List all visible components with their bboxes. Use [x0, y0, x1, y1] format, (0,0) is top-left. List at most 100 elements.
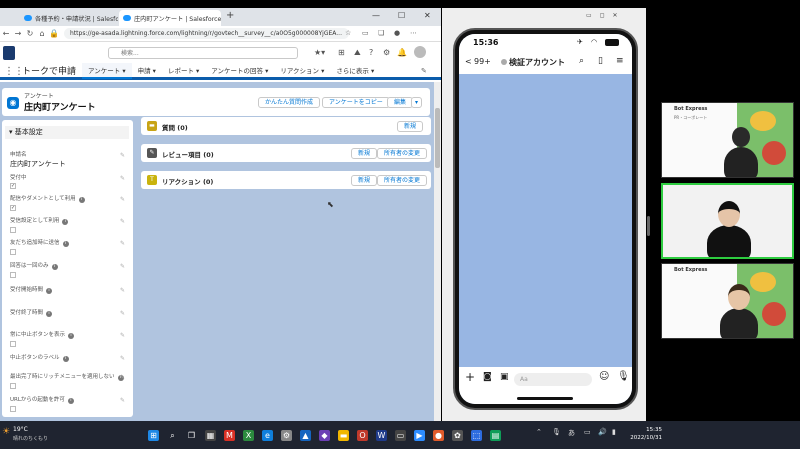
reload-icon[interactable]: ↻: [24, 29, 36, 38]
edit-pencil-icon[interactable]: ✎: [120, 332, 125, 339]
image-icon[interactable]: ▣: [500, 372, 509, 382]
ime-indicator[interactable]: あ: [568, 428, 575, 438]
clock-time[interactable]: 15:35: [632, 427, 662, 433]
more-actions-dropdown[interactable]: ▾: [411, 97, 423, 108]
profile-icon[interactable]: ●: [394, 29, 400, 37]
participant-tile-2-speaking[interactable]: [661, 183, 794, 259]
trailhead-icon[interactable]: ⛰: [354, 48, 361, 58]
microphone-tray-icon[interactable]: 🎙: [552, 428, 561, 436]
plus-icon[interactable]: +: [465, 370, 475, 384]
edit-pencil-icon[interactable]: ✎: [120, 152, 125, 159]
settings-icon[interactable]: ⚙: [281, 430, 292, 441]
close-button[interactable]: ✕: [424, 11, 431, 20]
info-icon[interactable]: i: [46, 311, 53, 317]
nav-item-reactions[interactable]: リアクション ▾: [274, 63, 330, 79]
setup-gear-icon[interactable]: ⚙: [383, 48, 390, 57]
app-icon[interactable]: ▭: [395, 430, 406, 441]
edit-nav-pencil-icon[interactable]: ✎: [421, 67, 427, 75]
global-actions-icon[interactable]: ⊞: [338, 48, 345, 57]
home-icon[interactable]: ⌂: [36, 29, 48, 38]
nav-item-reports[interactable]: レポート ▾: [162, 63, 205, 79]
file-explorer-icon[interactable]: ▬: [338, 430, 349, 441]
back-arrow-icon[interactable]: ←: [0, 29, 12, 38]
edit-pencil-icon[interactable]: ✎: [120, 355, 125, 362]
help-icon[interactable]: ?: [369, 48, 373, 57]
app-icon[interactable]: ●: [433, 430, 444, 441]
volume-icon[interactable]: 🔊: [598, 428, 607, 436]
edit-pencil-icon[interactable]: ✎: [120, 374, 125, 381]
new-reaction-button[interactable]: 新規: [351, 175, 378, 186]
search-icon[interactable]: ⌕: [167, 430, 178, 441]
menu-icon[interactable]: ≡: [616, 56, 624, 66]
microphone-icon[interactable]: 🎙: [617, 371, 630, 382]
section-header[interactable]: ▾ 基本設定: [5, 126, 129, 139]
back-count[interactable]: 99+: [474, 57, 491, 66]
task-view-icon[interactable]: ❐: [186, 430, 197, 441]
excel-icon[interactable]: X: [243, 430, 254, 441]
info-icon[interactable]: i: [62, 356, 69, 362]
zoom-icon[interactable]: ▶: [414, 430, 425, 441]
minimize-button[interactable]: —: [372, 11, 380, 20]
collections-icon[interactable]: ❏: [378, 29, 384, 37]
participant-tile-1[interactable]: Bot Express PR・コーポレート: [661, 102, 794, 178]
tab-reservations[interactable]: 各種予約・申請状況 | Salesforce: [20, 10, 118, 26]
edit-pencil-icon[interactable]: ✎: [120, 175, 125, 182]
notes-icon[interactable]: ▯: [598, 56, 603, 66]
edit-pencil-icon[interactable]: ✎: [120, 397, 125, 404]
copy-survey-button[interactable]: アンケートをコピー: [322, 97, 390, 108]
nav-item-survey[interactable]: アンケート ▾: [82, 62, 132, 79]
emoji-icon[interactable]: ☺: [599, 371, 609, 382]
edit-pencil-icon[interactable]: ✎: [120, 263, 125, 270]
info-icon[interactable]: i: [62, 241, 69, 247]
favorites-icon[interactable]: ★▾: [314, 48, 325, 57]
new-tab-button[interactable]: +: [226, 10, 234, 21]
office-icon[interactable]: O: [357, 430, 368, 441]
edit-pencil-icon[interactable]: ✎: [120, 196, 125, 203]
notifications-bell-icon[interactable]: 🔔: [397, 48, 407, 57]
favorites-star-icon[interactable]: ☆: [345, 29, 351, 37]
info-icon[interactable]: i: [51, 264, 58, 270]
nav-item-application[interactable]: 申請 ▾: [132, 63, 162, 79]
app-icon[interactable]: ⬚: [471, 430, 482, 441]
nav-item-survey-answers[interactable]: アンケートの回答 ▾: [205, 63, 274, 79]
global-search-input[interactable]: 検索...: [108, 47, 298, 59]
app-icon[interactable]: ◆: [319, 430, 330, 441]
app-icon[interactable]: ▲: [300, 430, 311, 441]
word-icon[interactable]: W: [376, 430, 387, 441]
edit-pencil-icon[interactable]: ✎: [120, 218, 125, 225]
new-question-button[interactable]: 新規: [397, 121, 424, 132]
edit-pencil-icon[interactable]: ✎: [120, 287, 125, 294]
start-windows-icon[interactable]: ⊞: [148, 430, 159, 441]
app-icon[interactable]: ✿: [452, 430, 463, 441]
gmail-icon[interactable]: M: [224, 430, 235, 441]
change-owner-button[interactable]: 所有者の変更: [377, 148, 428, 159]
widgets-icon[interactable]: ▦: [205, 430, 216, 441]
info-icon[interactable]: i: [62, 219, 69, 225]
info-icon[interactable]: i: [67, 398, 74, 404]
edit-pencil-icon[interactable]: ✎: [120, 310, 125, 317]
split-view-icon[interactable]: ▭: [362, 29, 369, 37]
panel-resize-handle[interactable]: [647, 216, 650, 236]
scrollbar-thumb[interactable]: [435, 108, 440, 168]
more-menu-icon[interactable]: ⋯: [410, 29, 417, 37]
nav-item-more[interactable]: さらに表示 ▾: [330, 63, 380, 79]
message-input[interactable]: Aa: [514, 373, 592, 386]
forward-arrow-icon[interactable]: →: [12, 29, 24, 38]
info-icon[interactable]: i: [78, 197, 85, 203]
app-icon[interactable]: ▤: [490, 430, 501, 441]
quick-question-button[interactable]: かんたん質問作成: [258, 97, 321, 108]
tab-shonai-survey[interactable]: 庄内町アンケート | Salesforce: [119, 10, 221, 26]
mirror-window-controls[interactable]: ▭ ◻ ✕: [586, 12, 621, 19]
clock-date[interactable]: 2022/10/31: [620, 435, 662, 441]
battery-icon[interactable]: ▮: [612, 428, 616, 436]
back-chevron-icon[interactable]: <: [465, 57, 472, 66]
info-icon[interactable]: i: [68, 333, 75, 339]
maximize-button[interactable]: ☐: [398, 11, 405, 20]
edge-browser-icon[interactable]: e: [262, 430, 273, 441]
camera-icon[interactable]: ◙: [483, 372, 492, 382]
user-avatar[interactable]: [414, 46, 426, 58]
app-launcher-icon[interactable]: ⋮⋮: [4, 66, 24, 77]
new-review-item-button[interactable]: 新規: [351, 148, 378, 159]
change-owner-button[interactable]: 所有者の変更: [377, 175, 428, 186]
tray-chevron-icon[interactable]: ⌃: [536, 428, 542, 436]
